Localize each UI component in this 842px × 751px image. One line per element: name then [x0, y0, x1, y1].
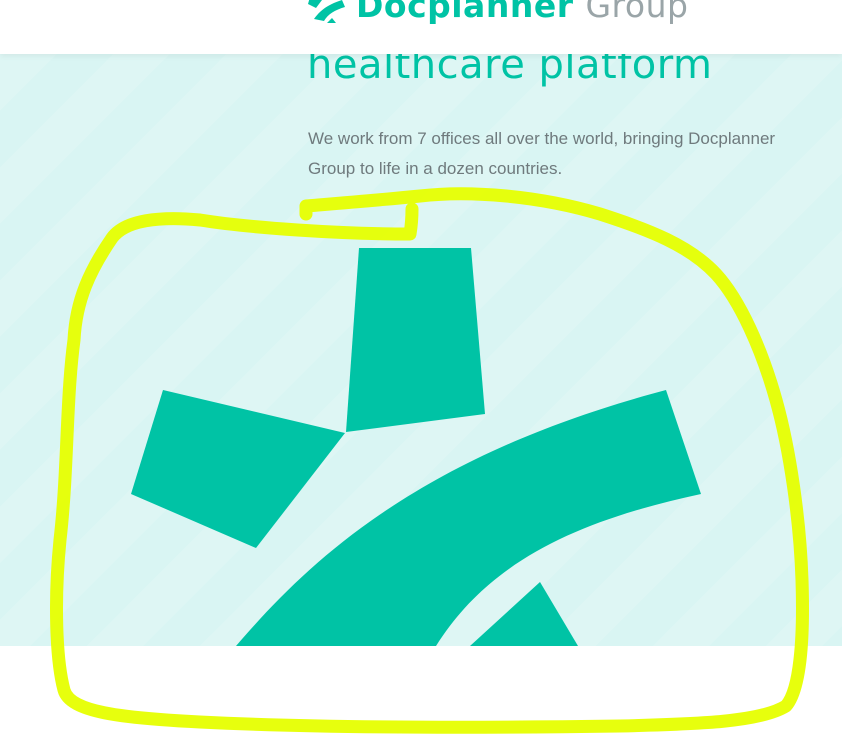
brand-primary-text: Docplanner: [356, 0, 574, 25]
docplanner-star-icon: [308, 0, 345, 23]
page: Docplanner Group healthcare platform We …: [0, 0, 842, 751]
docplanner-star-icon: [131, 248, 701, 646]
hero-description: We work from 7 offices all over the worl…: [308, 129, 776, 178]
brand-secondary-text: Group: [585, 0, 689, 25]
site-header: Docplanner Group: [0, 0, 842, 54]
brand-wordmark: Docplanner Group: [356, 0, 688, 28]
brand-logo[interactable]: Docplanner Group: [306, 0, 688, 28]
